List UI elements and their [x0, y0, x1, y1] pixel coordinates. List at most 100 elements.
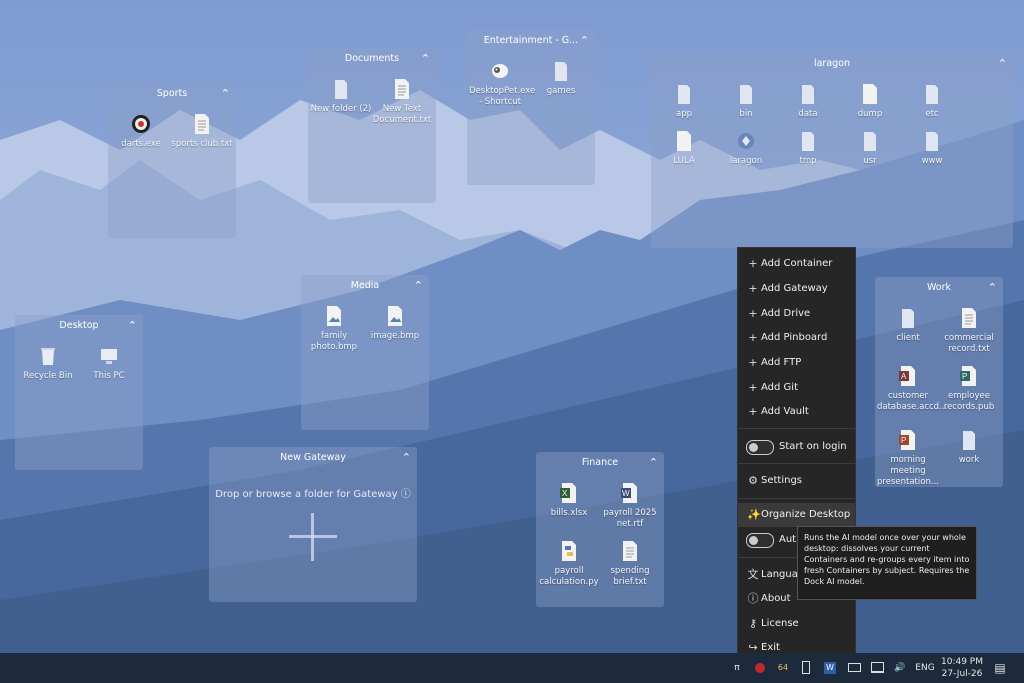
desktop-item-bin[interactable]: bin — [715, 83, 777, 120]
container-laragon[interactable]: laragon ⌃ app bin data dump etc LULA lara… — [651, 53, 1013, 248]
container-sports[interactable]: Sports ⌃ darts.exe sports club.txt — [108, 83, 236, 238]
desktop-item-new-folder[interactable]: New folder (2) — [310, 78, 372, 115]
desktop-item-desktoppet[interactable]: DesktopPet.exe - Shortcut — [469, 60, 535, 108]
menu-separator — [738, 428, 855, 429]
start-on-login-toggle[interactable] — [746, 440, 774, 455]
menu-add-gateway[interactable]: + Add Gateway — [738, 277, 855, 301]
container-work[interactable]: Work ⌃ client commercial record.txt Acust… — [875, 277, 1003, 487]
menu-add-pinboard[interactable]: + Add Pinboard — [738, 326, 855, 350]
menu-label: Settings — [761, 475, 803, 486]
desktop-item-client[interactable]: client — [877, 307, 939, 344]
chevron-up-icon[interactable]: ⌃ — [649, 452, 658, 474]
desktop-item-payroll-py[interactable]: payroll calculation.py — [538, 540, 600, 588]
container-title[interactable]: Documents ⌃ — [308, 48, 436, 70]
desktop-item-customer-database[interactable]: Acustomer database.accd... — [877, 365, 947, 413]
language-indicator[interactable]: ENG — [914, 653, 936, 683]
container-desktop[interactable]: Desktop ⌃ Recycle Bin This PC — [15, 315, 143, 470]
desktop-item-family-photo[interactable]: family photo.bmp — [303, 305, 365, 353]
desktop-item-data[interactable]: data — [777, 83, 839, 120]
container-title[interactable]: Media ⌃ — [301, 275, 429, 297]
auto-toggle[interactable] — [746, 533, 774, 548]
desktop-item-commercial-record[interactable]: commercial record.txt — [938, 307, 1000, 355]
container-media[interactable]: Media ⌃ family photo.bmp image.bmp — [301, 275, 429, 430]
image-file-icon — [327, 306, 341, 326]
file-icon — [863, 84, 877, 104]
container-title[interactable]: Entertainment - G... ⌃ — [467, 30, 595, 52]
desktop-item-laragon[interactable]: laragon — [715, 130, 777, 167]
chevron-up-icon[interactable]: ⌃ — [221, 83, 230, 105]
access-icon: A — [899, 366, 915, 386]
item-label: payroll 2025 net.rtf — [603, 508, 657, 529]
tray-badge[interactable]: 64 — [774, 653, 792, 683]
container-title[interactable]: Sports ⌃ — [108, 83, 236, 105]
menu-label: Add Container — [761, 258, 833, 269]
chevron-up-icon[interactable]: ⌃ — [414, 275, 423, 297]
desktop-item-etc[interactable]: etc — [901, 83, 963, 120]
red-record-icon[interactable] — [752, 653, 768, 683]
desktop-item-games[interactable]: games — [530, 60, 592, 97]
desktop-item-recycle-bin[interactable]: Recycle Bin — [17, 345, 79, 382]
desktop-item-payroll-rtf[interactable]: Wpayroll 2025 net.rtf — [599, 482, 661, 530]
desktop-item-www[interactable]: www — [901, 130, 963, 167]
tray-overflow-icon[interactable]: π — [729, 653, 745, 683]
notifications-icon[interactable]: ▤ — [990, 653, 1010, 683]
menu-separator — [738, 498, 855, 499]
folder-icon — [802, 132, 814, 151]
menu-add-drive[interactable]: + Add Drive — [738, 302, 855, 326]
desktop-item-this-pc[interactable]: This PC — [78, 345, 140, 382]
volume-icon[interactable]: 🔊 — [892, 653, 908, 683]
plus-icon: + — [748, 405, 758, 418]
item-label: app — [676, 109, 692, 119]
container-title[interactable]: Finance ⌃ — [536, 452, 664, 474]
container-title[interactable]: Work ⌃ — [875, 277, 1003, 299]
plus-icon: + — [748, 282, 758, 295]
container-new-gateway[interactable]: New Gateway ⌃ Drop or browse a folder for… — [209, 447, 417, 602]
menu-settings[interactable]: ⚙ Settings — [738, 469, 855, 493]
menu-organize-desktop[interactable]: ✨ Organize Desktop — [738, 503, 855, 527]
chevron-up-icon[interactable]: ⌃ — [998, 53, 1007, 75]
menu-start-on-login[interactable]: Start on login — [738, 435, 855, 459]
container-title[interactable]: Desktop ⌃ — [15, 315, 143, 337]
text-file-icon — [962, 308, 976, 328]
chevron-up-icon[interactable]: ⌃ — [402, 447, 411, 469]
chevron-up-icon[interactable]: ⌃ — [128, 315, 137, 337]
menu-add-container[interactable]: + Add Container — [738, 252, 855, 276]
container-title[interactable]: laragon ⌃ — [651, 53, 1013, 75]
desktop-item-image[interactable]: image.bmp — [364, 305, 426, 342]
chevron-up-icon[interactable]: ⌃ — [988, 277, 997, 299]
folder-icon — [555, 62, 567, 81]
container-title[interactable]: New Gateway ⌃ — [209, 447, 417, 469]
desktop-item-new-text-document[interactable]: New Text Document.txt — [371, 78, 433, 126]
desktop-item-lula[interactable]: LULA — [653, 130, 715, 167]
desktop-item-darts[interactable]: darts.exe — [110, 113, 172, 150]
menu-license[interactable]: ⚷ License — [738, 612, 855, 636]
clock[interactable]: 10:49 PM 27-Jul-26 — [940, 653, 984, 683]
desktop-item-employee-records[interactable]: Pemployee records.pub — [938, 365, 1000, 413]
item-label: LULA — [673, 156, 695, 166]
desktop-item-work-folder[interactable]: work — [938, 429, 1000, 466]
desktop-item-morning-meeting[interactable]: Pmorning meeting presentation... — [877, 429, 939, 487]
battery-icon[interactable] — [846, 653, 862, 683]
desktop-item-tmp[interactable]: tmp — [777, 130, 839, 167]
plus-icon[interactable] — [289, 513, 337, 561]
desktop-item-dump[interactable]: dump — [839, 83, 901, 120]
container-finance[interactable]: Finance ⌃ Xbills.xlsx Wpayroll 2025 net.r… — [536, 452, 664, 607]
gateway-drop-text[interactable]: Drop or browse a folder for Gateway ⓘ — [209, 485, 417, 500]
menu-add-vault[interactable]: + Add Vault — [738, 400, 855, 424]
chevron-up-icon[interactable]: ⌃ — [421, 48, 430, 70]
chevron-up-icon[interactable]: ⌃ — [580, 30, 589, 52]
network-icon[interactable] — [869, 653, 885, 683]
desktop-item-usr[interactable]: usr — [839, 130, 901, 167]
menu-add-git[interactable]: + Add Git — [738, 376, 855, 400]
item-label: client — [896, 333, 920, 343]
desktop-item-sports-club[interactable]: sports club.txt — [171, 113, 233, 150]
desktop-item-bills[interactable]: Xbills.xlsx — [538, 482, 600, 519]
folder-icon — [926, 85, 938, 104]
menu-add-ftp[interactable]: + Add FTP — [738, 351, 855, 375]
container-entertainment[interactable]: Entertainment - G... ⌃ DesktopPet.exe - S… — [467, 30, 595, 185]
usb-drive-icon[interactable] — [798, 653, 814, 683]
desktop-item-app[interactable]: app — [653, 83, 715, 120]
desktop-item-spending-brief[interactable]: spending brief.txt — [599, 540, 661, 588]
word-app-icon[interactable]: W — [822, 653, 838, 683]
container-documents[interactable]: Documents ⌃ New folder (2) New Text Docum… — [308, 48, 436, 203]
